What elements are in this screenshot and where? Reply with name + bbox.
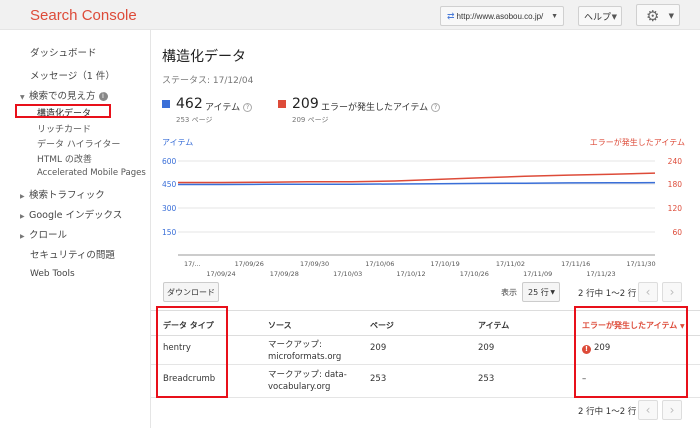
sidebar-item-crawl[interactable]: ▶ クロール — [20, 227, 67, 241]
chevron-left-icon: ‹ — [645, 285, 651, 299]
expanded-triangle-icon: ▼ — [20, 94, 25, 101]
settings-button[interactable]: ⚙ ▼ — [636, 4, 680, 26]
y-tick-label-left: 150 — [162, 228, 177, 237]
sidebar-item-google-index[interactable]: ▶ Google インデックス — [20, 207, 122, 221]
sidebar-item-web-tools[interactable]: Web Tools — [30, 269, 75, 279]
trend-chart: 6004503001502401801206017/... 17/09/26 17/… — [162, 157, 683, 278]
help-icon[interactable]: ? — [243, 103, 253, 112]
x-tick-label: 17/09/30 — [300, 260, 329, 268]
x-tick-label: 17/11/09 — [523, 270, 552, 278]
x-tick-label: 17/... — [184, 260, 201, 268]
highlight-box — [574, 306, 688, 398]
next-page-button[interactable]: › — [662, 282, 682, 302]
x-tick-label: 17/09/26 — [235, 260, 264, 268]
rows-per-page-select[interactable]: 25 行 ▼ — [522, 282, 560, 302]
col-source[interactable]: ソース — [268, 320, 292, 331]
y-tick-label-right: 180 — [668, 180, 683, 189]
sidebar-item-search-traffic[interactable]: ▶ 検索トラフィック — [20, 187, 105, 201]
rows-value: 25 行 — [528, 287, 549, 297]
col-items[interactable]: アイテム — [478, 320, 509, 331]
chevron-left-icon: ‹ — [645, 403, 651, 417]
download-button[interactable]: ダウンロード — [163, 282, 219, 302]
chevron-down-icon: ▼ — [550, 289, 555, 296]
prev-page-button-bottom[interactable]: ‹ — [638, 400, 658, 420]
cell-pages: 253 — [370, 374, 387, 384]
main-content: 構造化データ ステータス: 17/12/04 462 アイテム? 253 ページ… — [150, 30, 700, 428]
y-tick-label-right: 120 — [668, 204, 683, 213]
sidebar-item-html-improvements[interactable]: HTML の改善 — [37, 152, 92, 165]
sidebar-item-label: 検索トラフィック — [29, 190, 105, 201]
y-tick-label-left: 450 — [162, 180, 177, 189]
site-url: http://www.asobou.co.jp/ — [456, 11, 544, 21]
help-button[interactable]: ヘルプ ▼ — [578, 6, 622, 26]
collapsed-triangle-icon: ▶ — [20, 233, 25, 240]
y-tick-label-left: 600 — [162, 157, 177, 166]
globe-icon: ⇄ — [447, 10, 455, 21]
sidebar: ダッシュボード メッセージ（1 件） ▼ 検索での見え方 i 構造化データ リッチカ… — [0, 30, 150, 428]
errors-count: 209 — [292, 96, 319, 112]
info-icon[interactable]: i — [98, 92, 108, 101]
items-swatch — [162, 100, 170, 108]
status-text: ステータス: 17/12/04 — [162, 76, 254, 86]
collapsed-triangle-icon: ▶ — [20, 193, 25, 200]
chevron-down-icon: ▼ — [611, 13, 617, 21]
chevron-right-icon: › — [669, 403, 675, 417]
site-selector[interactable]: ⇄ http://www.asobou.co.jp/ ▼ — [440, 6, 564, 26]
pagination-range: 2 行中 1〜2 行 — [578, 289, 637, 299]
highlight-box — [156, 306, 228, 398]
cell-items: 209 — [478, 343, 495, 353]
chevron-down-icon: ▼ — [551, 13, 558, 20]
errors-swatch — [278, 100, 286, 108]
sidebar-item-security[interactable]: セキュリティの問題 — [30, 247, 115, 261]
sidebar-item-label: Google インデックス — [29, 210, 123, 221]
sidebar-item-dashboard[interactable]: ダッシュボード — [30, 45, 97, 59]
x-tick-label: 17/09/24 — [206, 270, 235, 278]
sidebar-item-messages[interactable]: メッセージ（1 件） — [30, 68, 115, 82]
rows-label: 表示 — [501, 288, 517, 297]
x-tick-label: 17/11/30 — [626, 260, 655, 268]
chevron-down-icon: ▼ — [668, 12, 674, 20]
series-line-errors — [178, 172, 656, 184]
sidebar-item-data-highlighter[interactable]: データ ハイライター — [37, 137, 120, 150]
cell-pages: 209 — [370, 343, 387, 353]
x-tick-label: 17/10/19 — [431, 260, 460, 268]
sidebar-item-search-appearance[interactable]: ▼ 検索での見え方 i — [20, 88, 108, 102]
chevron-right-icon: › — [669, 285, 675, 299]
pagination-range-bottom: 2 行中 1〜2 行 — [578, 407, 637, 417]
errors-label: エラーが発生したアイテム? — [321, 100, 441, 113]
items-count: 462 — [176, 96, 203, 112]
next-page-button-bottom[interactable]: › — [662, 400, 682, 420]
gear-icon: ⚙ — [646, 7, 660, 25]
cell-source: マークアップ: microformats.org — [268, 340, 342, 362]
collapsed-triangle-icon: ▶ — [20, 213, 25, 220]
top-bar: Search Console ⇄ http://www.asobou.co.jp… — [0, 0, 700, 30]
errors-pages: 209 ページ — [292, 116, 329, 124]
sidebar-item-amp[interactable]: Accelerated Mobile Pages — [37, 168, 146, 178]
cell-items: 253 — [478, 374, 495, 384]
x-tick-label: 17/10/06 — [365, 260, 394, 268]
x-tick-label: 17/10/12 — [396, 270, 425, 278]
y-tick-label-right: 240 — [668, 157, 683, 166]
page-title: 構造化データ — [162, 49, 246, 65]
sidebar-item-label: クロール — [29, 230, 68, 241]
help-label: ヘルプ — [584, 12, 612, 23]
sidebar-item-rich-cards[interactable]: リッチカード — [37, 122, 91, 135]
cell-source: マークアップ: data-vocabulary.org — [268, 370, 347, 392]
x-tick-label: 17/10/26 — [460, 270, 489, 278]
sidebar-item-label: 検索での見え方 — [29, 91, 96, 102]
x-tick-label: 17/10/03 — [333, 270, 362, 278]
y-tick-label-left: 300 — [162, 204, 177, 213]
x-tick-label: 17/11/02 — [496, 260, 525, 268]
y-tick-label-right: 60 — [672, 228, 682, 237]
highlight-box — [15, 104, 111, 118]
x-tick-label: 17/11/23 — [586, 270, 615, 278]
items-label: アイテム? — [205, 100, 253, 113]
x-tick-label: 17/11/16 — [561, 260, 590, 268]
items-pages: 253 ページ — [176, 116, 213, 124]
app-logo[interactable]: Search Console — [30, 7, 137, 24]
help-icon[interactable]: ? — [431, 103, 441, 112]
x-tick-label: 17/09/28 — [270, 270, 299, 278]
col-pages[interactable]: ページ — [370, 320, 394, 331]
prev-page-button[interactable]: ‹ — [638, 282, 658, 302]
